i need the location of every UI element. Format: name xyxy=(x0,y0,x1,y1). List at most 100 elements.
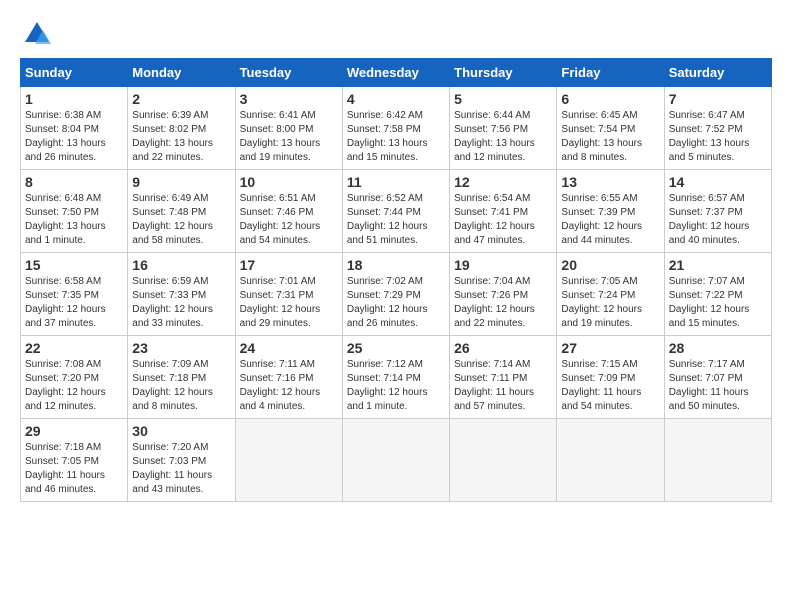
col-header-saturday: Saturday xyxy=(664,59,771,87)
day-cell-22: 22Sunrise: 7:08 AMSunset: 7:20 PMDayligh… xyxy=(21,336,128,419)
day-number: 18 xyxy=(347,257,445,273)
day-cell-empty xyxy=(557,419,664,502)
day-cell-29: 29 Sunrise: 7:18 AMSunset: 7:05 PMDayligh… xyxy=(21,419,128,502)
day-info: Sunrise: 7:11 AMSunset: 7:16 PMDaylight:… xyxy=(240,358,338,414)
day-info: Sunrise: 6:48 AMSunset: 7:50 PMDaylight:… xyxy=(25,192,123,248)
day-info: Sunrise: 7:02 AMSunset: 7:29 PMDaylight:… xyxy=(347,275,445,331)
day-cell-14: 14Sunrise: 6:57 AMSunset: 7:37 PMDayligh… xyxy=(664,170,771,253)
day-number: 19 xyxy=(454,257,552,273)
day-info: Sunrise: 6:49 AMSunset: 7:48 PMDaylight:… xyxy=(132,192,230,248)
day-number: 16 xyxy=(132,257,230,273)
day-cell-2: 2 Sunrise: 6:39 AMSunset: 8:02 PMDaylight… xyxy=(128,87,235,170)
day-cell-17: 17 Sunrise: 7:01 AMSunset: 7:31 PMDayligh… xyxy=(235,253,342,336)
day-number: 2 xyxy=(132,91,230,107)
day-cell-25: 25 Sunrise: 7:12 AMSunset: 7:14 PMDayligh… xyxy=(342,336,449,419)
day-info: Sunrise: 6:41 AMSunset: 8:00 PMDaylight:… xyxy=(240,109,338,165)
day-cell-24: 24 Sunrise: 7:11 AMSunset: 7:16 PMDayligh… xyxy=(235,336,342,419)
day-info: Sunrise: 7:12 AMSunset: 7:14 PMDaylight:… xyxy=(347,358,445,414)
day-number: 11 xyxy=(347,174,445,190)
day-info: Sunrise: 7:01 AMSunset: 7:31 PMDaylight:… xyxy=(240,275,338,331)
day-number: 6 xyxy=(561,91,659,107)
day-cell-7: 7 Sunrise: 6:47 AMSunset: 7:52 PMDaylight… xyxy=(664,87,771,170)
day-number: 9 xyxy=(132,174,230,190)
day-info: Sunrise: 7:07 AMSunset: 7:22 PMDaylight:… xyxy=(669,275,767,331)
day-info: Sunrise: 7:20 AMSunset: 7:03 PMDaylight:… xyxy=(132,441,230,497)
day-info: Sunrise: 6:42 AMSunset: 7:58 PMDaylight:… xyxy=(347,109,445,165)
day-cell-12: 12Sunrise: 6:54 AMSunset: 7:41 PMDayligh… xyxy=(450,170,557,253)
day-cell-23: 23 Sunrise: 7:09 AMSunset: 7:18 PMDayligh… xyxy=(128,336,235,419)
day-info: Sunrise: 7:05 AMSunset: 7:24 PMDaylight:… xyxy=(561,275,659,331)
day-info: Sunrise: 6:58 AMSunset: 7:35 PMDaylight:… xyxy=(25,275,123,331)
day-cell-27: 27Sunrise: 7:15 AMSunset: 7:09 PMDayligh… xyxy=(557,336,664,419)
day-number: 28 xyxy=(669,340,767,356)
day-number: 30 xyxy=(132,423,230,439)
col-header-thursday: Thursday xyxy=(450,59,557,87)
day-info: Sunrise: 6:52 AMSunset: 7:44 PMDaylight:… xyxy=(347,192,445,248)
day-number: 17 xyxy=(240,257,338,273)
day-number: 5 xyxy=(454,91,552,107)
day-number: 21 xyxy=(669,257,767,273)
day-number: 13 xyxy=(561,174,659,190)
col-header-monday: Monday xyxy=(128,59,235,87)
day-info: Sunrise: 6:38 AMSunset: 8:04 PMDaylight:… xyxy=(25,109,123,165)
day-number: 25 xyxy=(347,340,445,356)
day-cell-30: 30 Sunrise: 7:20 AMSunset: 7:03 PMDayligh… xyxy=(128,419,235,502)
day-cell-26: 26 Sunrise: 7:14 AMSunset: 7:11 PMDayligh… xyxy=(450,336,557,419)
header xyxy=(20,20,772,48)
week-row-1: 1Sunrise: 6:38 AMSunset: 8:04 PMDaylight… xyxy=(21,87,772,170)
col-header-friday: Friday xyxy=(557,59,664,87)
day-cell-11: 11 Sunrise: 6:52 AMSunset: 7:44 PMDayligh… xyxy=(342,170,449,253)
day-number: 26 xyxy=(454,340,552,356)
day-cell-empty xyxy=(450,419,557,502)
day-info: Sunrise: 6:47 AMSunset: 7:52 PMDaylight:… xyxy=(669,109,767,165)
col-header-sunday: Sunday xyxy=(21,59,128,87)
day-cell-3: 3 Sunrise: 6:41 AMSunset: 8:00 PMDaylight… xyxy=(235,87,342,170)
day-number: 24 xyxy=(240,340,338,356)
week-row-2: 8 Sunrise: 6:48 AMSunset: 7:50 PMDaylight… xyxy=(21,170,772,253)
day-cell-18: 18 Sunrise: 7:02 AMSunset: 7:29 PMDayligh… xyxy=(342,253,449,336)
day-cell-10: 10 Sunrise: 6:51 AMSunset: 7:46 PMDayligh… xyxy=(235,170,342,253)
day-cell-16: 16 Sunrise: 6:59 AMSunset: 7:33 PMDayligh… xyxy=(128,253,235,336)
day-cell-28: 28 Sunrise: 7:17 AMSunset: 7:07 PMDayligh… xyxy=(664,336,771,419)
day-info: Sunrise: 7:08 AMSunset: 7:20 PMDaylight:… xyxy=(25,358,123,414)
col-header-tuesday: Tuesday xyxy=(235,59,342,87)
day-number: 8 xyxy=(25,174,123,190)
day-number: 10 xyxy=(240,174,338,190)
day-number: 15 xyxy=(25,257,123,273)
day-info: Sunrise: 7:18 AMSunset: 7:05 PMDaylight:… xyxy=(25,441,123,497)
logo-icon xyxy=(23,20,51,48)
day-info: Sunrise: 6:39 AMSunset: 8:02 PMDaylight:… xyxy=(132,109,230,165)
day-info: Sunrise: 7:14 AMSunset: 7:11 PMDaylight:… xyxy=(454,358,552,414)
day-info: Sunrise: 6:57 AMSunset: 7:37 PMDaylight:… xyxy=(669,192,767,248)
day-cell-9: 9 Sunrise: 6:49 AMSunset: 7:48 PMDaylight… xyxy=(128,170,235,253)
day-number: 3 xyxy=(240,91,338,107)
calendar-table: SundayMondayTuesdayWednesdayThursdayFrid… xyxy=(20,58,772,502)
day-info: Sunrise: 6:44 AMSunset: 7:56 PMDaylight:… xyxy=(454,109,552,165)
day-cell-13: 13 Sunrise: 6:55 AMSunset: 7:39 PMDayligh… xyxy=(557,170,664,253)
week-row-3: 15 Sunrise: 6:58 AMSunset: 7:35 PMDayligh… xyxy=(21,253,772,336)
day-cell-empty xyxy=(342,419,449,502)
day-info: Sunrise: 6:51 AMSunset: 7:46 PMDaylight:… xyxy=(240,192,338,248)
day-cell-21: 21 Sunrise: 7:07 AMSunset: 7:22 PMDayligh… xyxy=(664,253,771,336)
day-cell-15: 15 Sunrise: 6:58 AMSunset: 7:35 PMDayligh… xyxy=(21,253,128,336)
day-cell-20: 20 Sunrise: 7:05 AMSunset: 7:24 PMDayligh… xyxy=(557,253,664,336)
day-number: 20 xyxy=(561,257,659,273)
day-number: 7 xyxy=(669,91,767,107)
day-cell-19: 19 Sunrise: 7:04 AMSunset: 7:26 PMDayligh… xyxy=(450,253,557,336)
day-info: Sunrise: 6:59 AMSunset: 7:33 PMDaylight:… xyxy=(132,275,230,331)
header-row: SundayMondayTuesdayWednesdayThursdayFrid… xyxy=(21,59,772,87)
day-info: Sunrise: 7:15 AMSunset: 7:09 PMDaylight:… xyxy=(561,358,659,414)
day-info: Sunrise: 7:17 AMSunset: 7:07 PMDaylight:… xyxy=(669,358,767,414)
day-cell-8: 8 Sunrise: 6:48 AMSunset: 7:50 PMDaylight… xyxy=(21,170,128,253)
day-info: Sunrise: 7:09 AMSunset: 7:18 PMDaylight:… xyxy=(132,358,230,414)
day-cell-5: 5 Sunrise: 6:44 AMSunset: 7:56 PMDaylight… xyxy=(450,87,557,170)
day-number: 12 xyxy=(454,174,552,190)
day-info: Sunrise: 6:55 AMSunset: 7:39 PMDaylight:… xyxy=(561,192,659,248)
day-number: 23 xyxy=(132,340,230,356)
day-number: 29 xyxy=(25,423,123,439)
day-cell-1: 1Sunrise: 6:38 AMSunset: 8:04 PMDaylight… xyxy=(21,87,128,170)
day-cell-4: 4 Sunrise: 6:42 AMSunset: 7:58 PMDaylight… xyxy=(342,87,449,170)
day-info: Sunrise: 7:04 AMSunset: 7:26 PMDaylight:… xyxy=(454,275,552,331)
week-row-4: 22Sunrise: 7:08 AMSunset: 7:20 PMDayligh… xyxy=(21,336,772,419)
day-number: 4 xyxy=(347,91,445,107)
